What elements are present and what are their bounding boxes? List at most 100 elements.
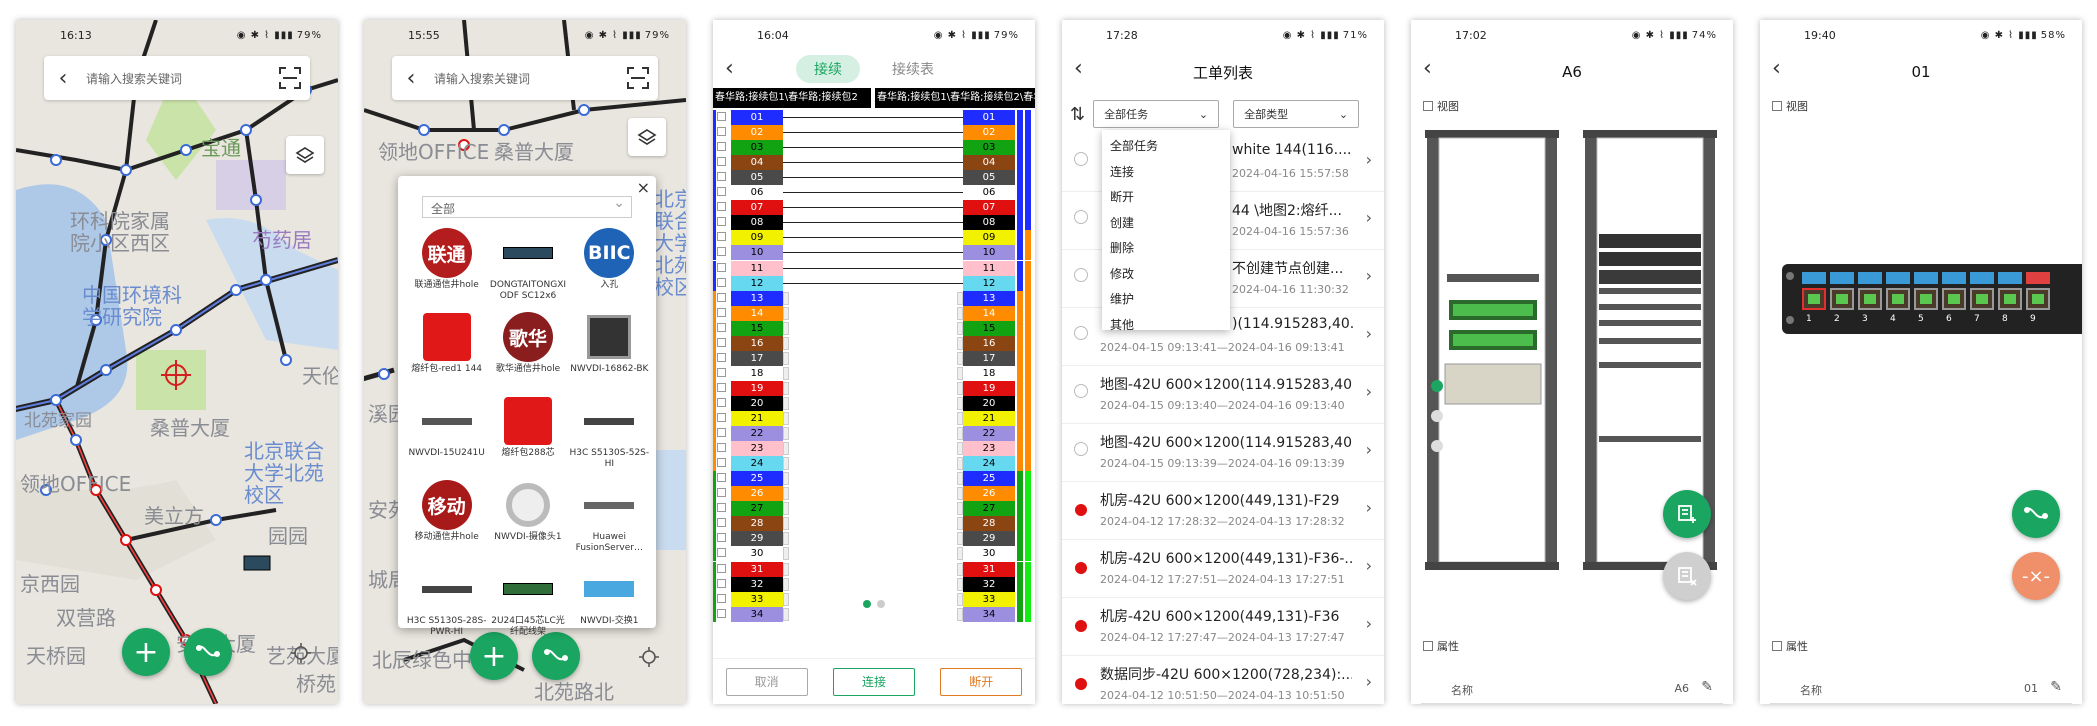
left-fiber[interactable]: 12: [731, 275, 783, 291]
left-fiber[interactable]: 24: [731, 456, 783, 472]
device-item[interactable]: 移动 移动通信井hole: [406, 480, 487, 558]
task-filter-dropdown[interactable]: 全部任务 ⌄: [1093, 100, 1220, 128]
fiber-checkbox[interactable]: [717, 397, 726, 407]
right-fiber[interactable]: 24: [963, 456, 1015, 472]
right-fiber[interactable]: 30: [963, 546, 1015, 562]
right-fiber[interactable]: 11: [963, 260, 1015, 276]
right-fiber[interactable]: 01: [963, 110, 1015, 125]
back-icon[interactable]: ‹: [44, 56, 82, 100]
menu-item[interactable]: 删除: [1102, 236, 1230, 262]
edit-icon[interactable]: ✎: [2050, 679, 2062, 695]
left-fiber[interactable]: 16: [731, 335, 783, 351]
back-icon[interactable]: ‹: [1423, 56, 1432, 81]
device-item[interactable]: NWVDI-交换1: [569, 564, 650, 642]
fiber-checkbox[interactable]: [717, 578, 726, 588]
device-item[interactable]: DONGTAITONGXI ODF SC12x6: [487, 228, 568, 306]
locate-button[interactable]: [286, 638, 316, 668]
cancel-button[interactable]: 取消: [725, 667, 808, 696]
fiber-checkbox[interactable]: [717, 518, 726, 528]
type-filter-dropdown[interactable]: 全部类型 ⌄: [1233, 100, 1360, 128]
right-fiber[interactable]: 02: [963, 125, 1015, 141]
fiber-checkbox[interactable]: [717, 533, 726, 543]
left-fiber[interactable]: 04: [731, 155, 783, 171]
panel-port[interactable]: [1886, 288, 1910, 310]
search-bar[interactable]: ‹ 请输入搜索关键词: [392, 56, 658, 100]
panel-port[interactable]: [1998, 288, 2022, 310]
tab-splice[interactable]: 接续: [796, 55, 860, 83]
fiber-checkbox[interactable]: [717, 172, 726, 182]
edit-icon[interactable]: ✎: [1701, 679, 1713, 695]
route-button[interactable]: [184, 628, 232, 676]
fiber-checkbox[interactable]: [717, 247, 726, 257]
tab-splice-table[interactable]: 接续表: [874, 55, 952, 83]
search-input[interactable]: 请输入搜索关键词: [82, 70, 270, 87]
left-fiber[interactable]: 32: [731, 576, 783, 592]
left-fiber[interactable]: 01: [731, 110, 783, 125]
layers-button[interactable]: [286, 136, 324, 174]
left-fiber[interactable]: 09: [731, 230, 783, 246]
left-fiber[interactable]: 28: [731, 516, 783, 532]
connect-button[interactable]: 连接: [832, 667, 915, 696]
category-select[interactable]: 全部: [422, 195, 632, 218]
device-item[interactable]: Huawei FusionServer…: [569, 480, 650, 558]
order-row[interactable]: 地图-42U 600×1200(114.915283,40... 2024-04-…: [1062, 366, 1384, 424]
left-fiber[interactable]: 15: [731, 320, 783, 336]
left-fiber[interactable]: 30: [731, 546, 783, 562]
fiber-checkbox[interactable]: [717, 262, 726, 272]
fiber-checkbox[interactable]: [717, 127, 726, 137]
left-fiber[interactable]: 31: [731, 561, 783, 577]
device-item[interactable]: NWVDI-摄像头1: [487, 480, 568, 558]
panel-port[interactable]: [2026, 288, 2050, 310]
back-icon[interactable]: ‹: [725, 56, 734, 81]
menu-item[interactable]: 修改: [1102, 262, 1230, 288]
sort-icon[interactable]: ⇅: [1070, 104, 1085, 125]
left-fiber[interactable]: 13: [731, 290, 783, 306]
device-item[interactable]: NWVDI-15U241U: [406, 396, 487, 474]
left-fiber[interactable]: 11: [731, 260, 783, 276]
layers-button[interactable]: [628, 118, 666, 156]
right-fiber[interactable]: 19: [963, 380, 1015, 396]
add-device-button[interactable]: [1663, 490, 1711, 538]
right-fiber[interactable]: 28: [963, 516, 1015, 532]
order-row[interactable]: 数据同步-42U 600×1200(728,234):... 2024-04-12…: [1062, 656, 1384, 704]
right-fiber[interactable]: 14: [963, 305, 1015, 321]
left-fiber[interactable]: 23: [731, 441, 783, 457]
fiber-checkbox[interactable]: [717, 443, 726, 453]
fiber-checkbox[interactable]: [717, 413, 726, 422]
remove-device-button[interactable]: [1663, 552, 1711, 600]
right-fiber[interactable]: 20: [963, 395, 1015, 411]
left-fiber[interactable]: 08: [731, 215, 783, 231]
search-bar[interactable]: ‹ 请输入搜索关键词: [44, 56, 310, 100]
right-fiber[interactable]: 22: [963, 426, 1015, 442]
order-row[interactable]: 机房-42U 600×1200(449,131)-F29 2024-04-12 1…: [1062, 482, 1384, 540]
right-fiber[interactable]: 12: [963, 275, 1015, 291]
right-fiber[interactable]: 26: [963, 486, 1015, 502]
right-fiber[interactable]: 23: [963, 441, 1015, 457]
fiber-checkbox[interactable]: [717, 352, 726, 362]
device-item[interactable]: 熔纤包288芯: [487, 396, 568, 474]
menu-item[interactable]: 维护: [1102, 287, 1230, 313]
map-view[interactable]: 宝通 环科院家属院小区西区 中国环境科学研究院 北京联合大学北苑校区 天伦家园 …: [16, 20, 338, 704]
device-item[interactable]: 2U24口45芯LC光纤配线架: [487, 564, 568, 642]
locate-button[interactable]: [634, 642, 664, 672]
back-icon[interactable]: ‹: [1772, 56, 1781, 81]
panel-port[interactable]: [1830, 288, 1854, 310]
right-fiber[interactable]: 15: [963, 320, 1015, 336]
back-icon[interactable]: ‹: [1074, 56, 1083, 81]
connect-route-button[interactable]: [2012, 490, 2060, 538]
panel-port[interactable]: [1942, 288, 1966, 310]
left-fiber[interactable]: 19: [731, 380, 783, 396]
left-fiber[interactable]: 29: [731, 531, 783, 547]
right-fiber[interactable]: 04: [963, 155, 1015, 171]
disconnect-route-button[interactable]: -×-: [2012, 552, 2060, 600]
disconnect-button[interactable]: 断开: [940, 667, 1023, 696]
left-fiber[interactable]: 10: [731, 245, 783, 261]
fiber-checkbox[interactable]: [717, 232, 726, 242]
menu-item[interactable]: 连接: [1102, 160, 1230, 186]
close-icon[interactable]: ×: [637, 178, 650, 197]
right-fiber[interactable]: 05: [963, 170, 1015, 186]
left-fiber[interactable]: 25: [731, 471, 783, 487]
right-fiber[interactable]: 07: [963, 200, 1015, 216]
right-fiber[interactable]: 29: [963, 531, 1015, 547]
fiber-checkbox[interactable]: [717, 548, 726, 558]
